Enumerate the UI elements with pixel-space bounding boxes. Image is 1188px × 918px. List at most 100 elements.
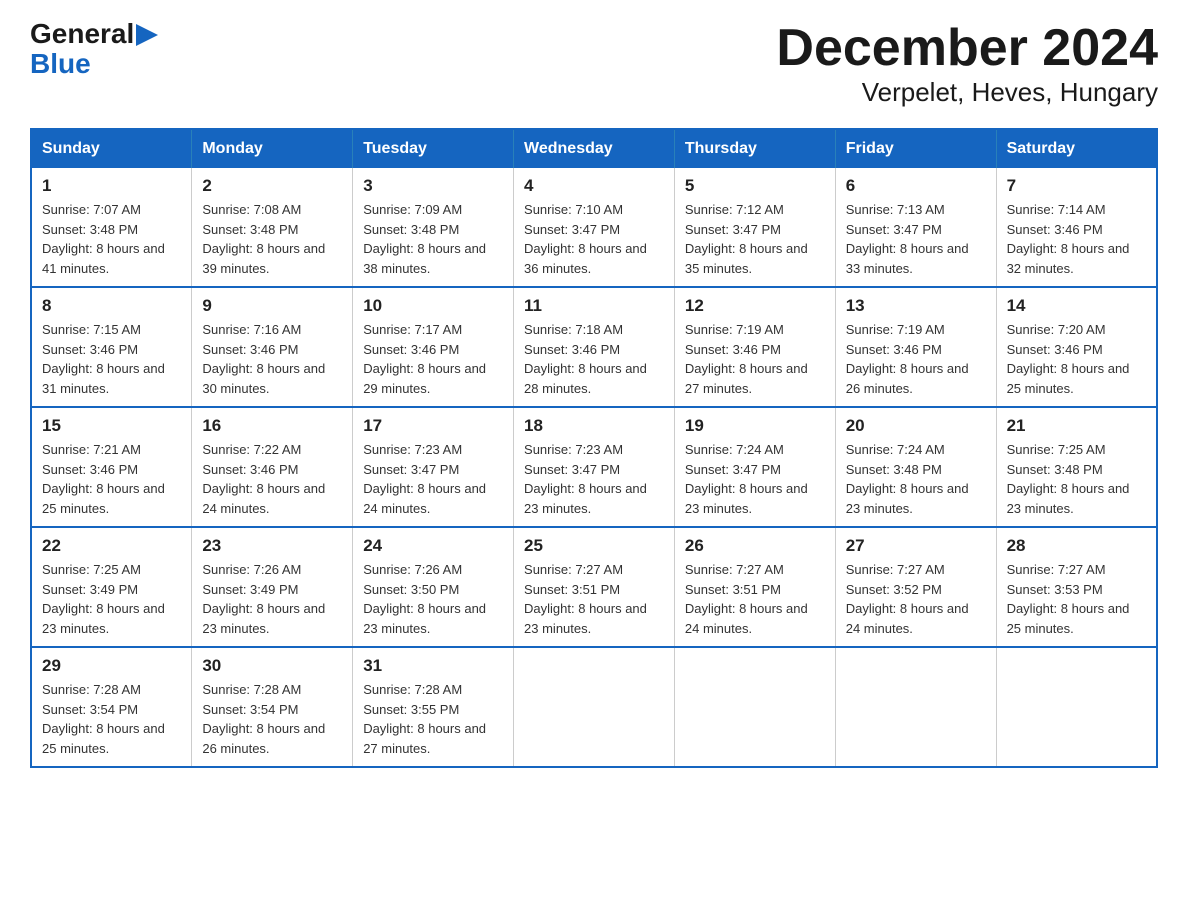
- day-info: Sunrise: 7:13 AMSunset: 3:47 PMDaylight:…: [846, 200, 986, 278]
- calendar-cell: 13 Sunrise: 7:19 AMSunset: 3:46 PMDayligh…: [835, 287, 996, 407]
- day-info: Sunrise: 7:15 AMSunset: 3:46 PMDaylight:…: [42, 320, 181, 398]
- day-number: 11: [524, 296, 664, 316]
- calendar-cell: 10Sunrise: 7:17 AMSunset: 3:46 PMDayligh…: [353, 287, 514, 407]
- day-info: Sunrise: 7:19 AMSunset: 3:46 PMDaylight:…: [846, 320, 986, 398]
- calendar-title: December 2024: [776, 20, 1158, 77]
- weekday-saturday: Saturday: [996, 129, 1157, 168]
- calendar-cell: 6Sunrise: 7:13 AMSunset: 3:47 PMDaylight…: [835, 168, 996, 287]
- calendar-cell: 24Sunrise: 7:26 AMSunset: 3:50 PMDayligh…: [353, 527, 514, 647]
- weekday-thursday: Thursday: [674, 129, 835, 168]
- day-info: Sunrise: 7:12 AMSunset: 3:47 PMDaylight:…: [685, 200, 825, 278]
- day-number: 17: [363, 416, 503, 436]
- calendar-cell: 18 Sunrise: 7:23 AMSunset: 3:47 PMDayligh…: [514, 407, 675, 527]
- day-number: 16: [202, 416, 342, 436]
- day-number: 10: [363, 296, 503, 316]
- day-number: 29: [42, 656, 181, 676]
- day-info: Sunrise: 7:27 AMSunset: 3:51 PMDaylight:…: [524, 560, 664, 638]
- calendar-cell: 20 Sunrise: 7:24 AMSunset: 3:48 PMDayligh…: [835, 407, 996, 527]
- calendar-cell: 3 Sunrise: 7:09 AMSunset: 3:48 PMDaylight…: [353, 168, 514, 287]
- day-number: 19: [685, 416, 825, 436]
- logo: General Blue: [30, 20, 158, 80]
- calendar-cell: 29Sunrise: 7:28 AMSunset: 3:54 PMDayligh…: [31, 647, 192, 767]
- day-info: Sunrise: 7:28 AMSunset: 3:54 PMDaylight:…: [202, 680, 342, 758]
- day-info: Sunrise: 7:28 AMSunset: 3:55 PMDaylight:…: [363, 680, 503, 758]
- day-number: 22: [42, 536, 181, 556]
- day-number: 7: [1007, 176, 1146, 196]
- day-info: Sunrise: 7:18 AMSunset: 3:46 PMDaylight:…: [524, 320, 664, 398]
- day-info: Sunrise: 7:21 AMSunset: 3:46 PMDaylight:…: [42, 440, 181, 518]
- day-info: Sunrise: 7:09 AMSunset: 3:48 PMDaylight:…: [363, 200, 503, 278]
- calendar-cell: 12Sunrise: 7:19 AMSunset: 3:46 PMDayligh…: [674, 287, 835, 407]
- day-info: Sunrise: 7:07 AMSunset: 3:48 PMDaylight:…: [42, 200, 181, 278]
- day-info: Sunrise: 7:08 AMSunset: 3:48 PMDaylight:…: [202, 200, 342, 278]
- day-number: 28: [1007, 536, 1146, 556]
- calendar-cell: 2 Sunrise: 7:08 AMSunset: 3:48 PMDaylight…: [192, 168, 353, 287]
- day-info: Sunrise: 7:27 AMSunset: 3:52 PMDaylight:…: [846, 560, 986, 638]
- day-info: Sunrise: 7:27 AMSunset: 3:53 PMDaylight:…: [1007, 560, 1146, 638]
- week-row-4: 22 Sunrise: 7:25 AMSunset: 3:49 PMDayligh…: [31, 527, 1157, 647]
- day-info: Sunrise: 7:24 AMSunset: 3:47 PMDaylight:…: [685, 440, 825, 518]
- calendar-cell: [514, 647, 675, 767]
- calendar-body: 1Sunrise: 7:07 AMSunset: 3:48 PMDaylight…: [31, 168, 1157, 767]
- day-number: 23: [202, 536, 342, 556]
- calendar-cell: [835, 647, 996, 767]
- week-row-5: 29 Sunrise: 7:28 AMSunset: 3:54 PMDayligh…: [31, 647, 1157, 767]
- day-number: 20: [846, 416, 986, 436]
- calendar-cell: 21Sunrise: 7:25 AMSunset: 3:48 PMDayligh…: [996, 407, 1157, 527]
- logo-general: General: [30, 20, 134, 48]
- day-info: Sunrise: 7:10 AMSunset: 3:47 PMDaylight:…: [524, 200, 664, 278]
- logo-blue: Blue: [30, 48, 91, 80]
- weekday-monday: Monday: [192, 129, 353, 168]
- day-number: 3: [363, 176, 503, 196]
- week-row-2: 8 Sunrise: 7:15 AMSunset: 3:46 PMDaylight…: [31, 287, 1157, 407]
- day-info: Sunrise: 7:27 AMSunset: 3:51 PMDaylight:…: [685, 560, 825, 638]
- calendar-cell: 19 Sunrise: 7:24 AMSunset: 3:47 PMDayligh…: [674, 407, 835, 527]
- day-number: 24: [363, 536, 503, 556]
- day-info: Sunrise: 7:26 AMSunset: 3:49 PMDaylight:…: [202, 560, 342, 638]
- calendar-cell: [996, 647, 1157, 767]
- day-number: 2: [202, 176, 342, 196]
- day-number: 25: [524, 536, 664, 556]
- weekday-tuesday: Tuesday: [353, 129, 514, 168]
- calendar-cell: 22 Sunrise: 7:25 AMSunset: 3:49 PMDayligh…: [31, 527, 192, 647]
- weekday-wednesday: Wednesday: [514, 129, 675, 168]
- calendar-cell: 27 Sunrise: 7:27 AMSunset: 3:52 PMDayligh…: [835, 527, 996, 647]
- calendar-cell: 25 Sunrise: 7:27 AMSunset: 3:51 PMDayligh…: [514, 527, 675, 647]
- calendar-cell: 11 Sunrise: 7:18 AMSunset: 3:46 PMDayligh…: [514, 287, 675, 407]
- day-number: 30: [202, 656, 342, 676]
- calendar-cell: 16 Sunrise: 7:22 AMSunset: 3:46 PMDayligh…: [192, 407, 353, 527]
- day-number: 27: [846, 536, 986, 556]
- calendar-cell: 9Sunrise: 7:16 AMSunset: 3:46 PMDaylight…: [192, 287, 353, 407]
- day-number: 5: [685, 176, 825, 196]
- calendar-cell: 17Sunrise: 7:23 AMSunset: 3:47 PMDayligh…: [353, 407, 514, 527]
- day-number: 31: [363, 656, 503, 676]
- page-header: General Blue December 2024 Verpelet, Hev…: [30, 20, 1158, 108]
- day-number: 14: [1007, 296, 1146, 316]
- calendar-cell: [674, 647, 835, 767]
- day-info: Sunrise: 7:22 AMSunset: 3:46 PMDaylight:…: [202, 440, 342, 518]
- calendar-cell: 7 Sunrise: 7:14 AMSunset: 3:46 PMDaylight…: [996, 168, 1157, 287]
- calendar-cell: 5 Sunrise: 7:12 AMSunset: 3:47 PMDaylight…: [674, 168, 835, 287]
- calendar-cell: 31 Sunrise: 7:28 AMSunset: 3:55 PMDayligh…: [353, 647, 514, 767]
- calendar-cell: 4Sunrise: 7:10 AMSunset: 3:47 PMDaylight…: [514, 168, 675, 287]
- calendar-cell: 14Sunrise: 7:20 AMSunset: 3:46 PMDayligh…: [996, 287, 1157, 407]
- day-info: Sunrise: 7:16 AMSunset: 3:46 PMDaylight:…: [202, 320, 342, 398]
- day-number: 13: [846, 296, 986, 316]
- day-info: Sunrise: 7:23 AMSunset: 3:47 PMDaylight:…: [524, 440, 664, 518]
- calendar-header: SundayMondayTuesdayWednesdayThursdayFrid…: [31, 129, 1157, 168]
- day-info: Sunrise: 7:24 AMSunset: 3:48 PMDaylight:…: [846, 440, 986, 518]
- calendar-cell: 1Sunrise: 7:07 AMSunset: 3:48 PMDaylight…: [31, 168, 192, 287]
- day-info: Sunrise: 7:25 AMSunset: 3:49 PMDaylight:…: [42, 560, 181, 638]
- day-info: Sunrise: 7:25 AMSunset: 3:48 PMDaylight:…: [1007, 440, 1146, 518]
- calendar-cell: 23 Sunrise: 7:26 AMSunset: 3:49 PMDayligh…: [192, 527, 353, 647]
- calendar-cell: 15 Sunrise: 7:21 AMSunset: 3:46 PMDayligh…: [31, 407, 192, 527]
- calendar-cell: 28 Sunrise: 7:27 AMSunset: 3:53 PMDayligh…: [996, 527, 1157, 647]
- calendar-table: SundayMondayTuesdayWednesdayThursdayFrid…: [30, 128, 1158, 768]
- title-block: December 2024 Verpelet, Heves, Hungary: [776, 20, 1158, 108]
- calendar-cell: 26Sunrise: 7:27 AMSunset: 3:51 PMDayligh…: [674, 527, 835, 647]
- day-number: 8: [42, 296, 181, 316]
- day-info: Sunrise: 7:14 AMSunset: 3:46 PMDaylight:…: [1007, 200, 1146, 278]
- week-row-3: 15 Sunrise: 7:21 AMSunset: 3:46 PMDayligh…: [31, 407, 1157, 527]
- day-number: 15: [42, 416, 181, 436]
- day-number: 18: [524, 416, 664, 436]
